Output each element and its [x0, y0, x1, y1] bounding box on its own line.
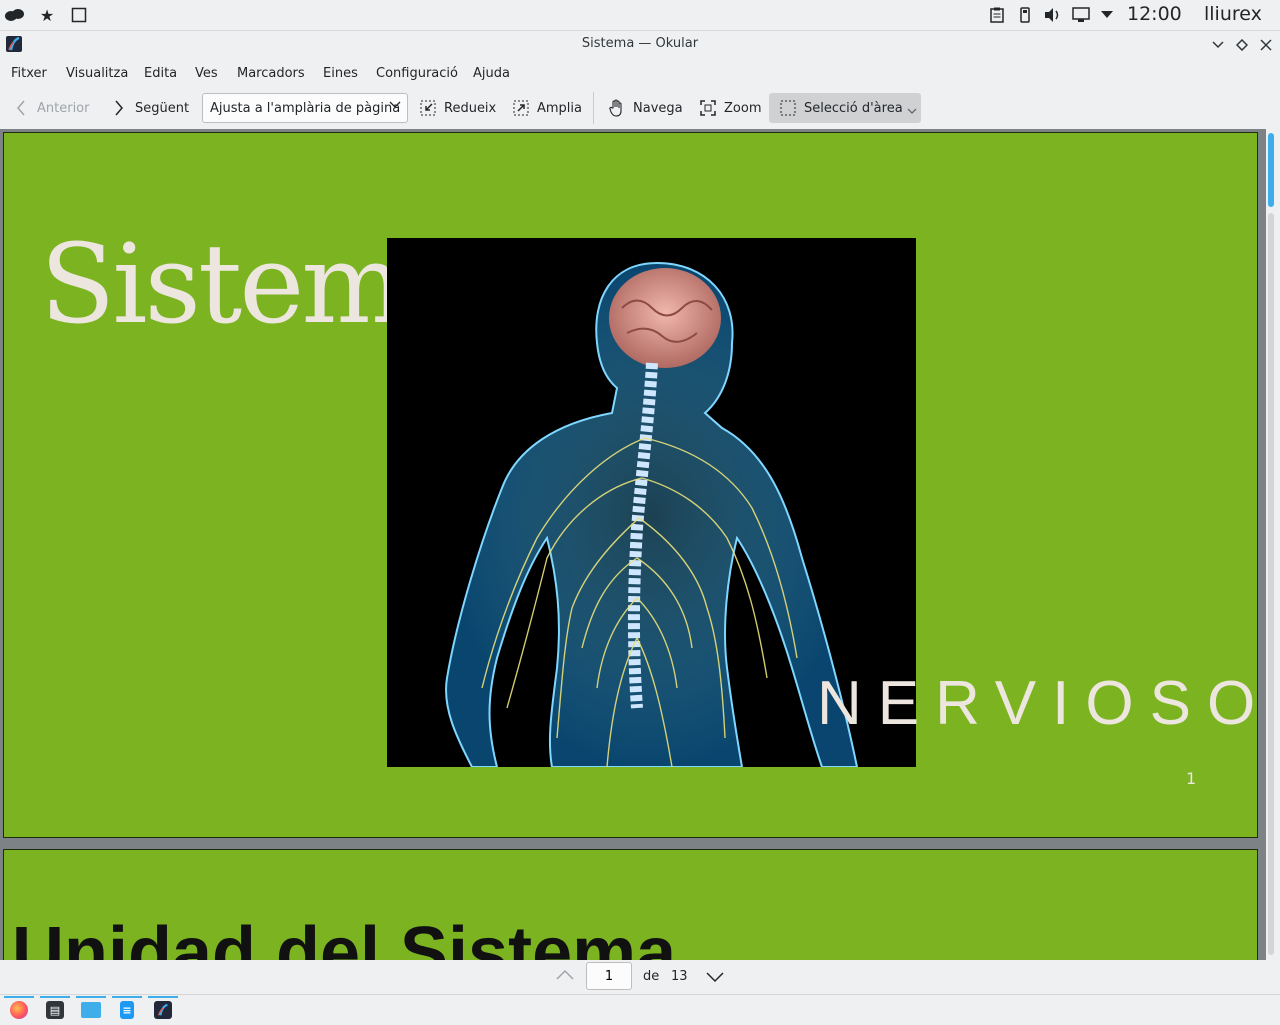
window-title: Sistema — Okular [581, 36, 699, 51]
close-icon[interactable] [1256, 35, 1276, 55]
okular-icon[interactable] [148, 996, 178, 1024]
volume-icon[interactable] [1043, 5, 1063, 25]
zoom-out-button[interactable]: Redueix [419, 93, 496, 123]
document-icon[interactable]: ≡ [112, 996, 142, 1024]
window-titlebar[interactable]: Sistema — Okular [0, 31, 1280, 59]
usb-icon[interactable] [1015, 5, 1035, 25]
page-navigation-bar: de 13 [0, 960, 1280, 993]
page2-title: Unidad del Sistema [12, 913, 677, 960]
next-page-button[interactable]: Següent [110, 93, 189, 123]
previous-label: Anterior [37, 100, 90, 116]
menu-visualitza[interactable]: Visualitza [66, 66, 128, 81]
hand-icon [608, 99, 626, 117]
slide-subtitle: NERVIOSO [817, 669, 1266, 738]
network-icon[interactable] [1071, 5, 1091, 25]
cloud-icon[interactable] [5, 5, 25, 25]
chevron-right-icon [110, 99, 128, 117]
clock[interactable]: 12:00 [1127, 3, 1182, 25]
previous-page-button[interactable]: Anterior [12, 93, 89, 123]
main-toolbar: Anterior Següent Ajusta a l'amplària de … [0, 88, 1280, 128]
chevron-left-icon [12, 99, 30, 117]
zoom-in-button[interactable]: Amplia [512, 93, 582, 123]
menu-marcadors[interactable]: Marcadors [237, 66, 305, 81]
taskbar: ▤ ≡ [0, 994, 1280, 1025]
browse-tool-button[interactable]: Navega [608, 93, 683, 123]
firefox-icon[interactable] [4, 996, 34, 1024]
terminal-icon[interactable]: ▤ [40, 996, 70, 1024]
menu-ves[interactable]: Ves [195, 66, 218, 81]
clipboard-icon[interactable] [987, 5, 1007, 25]
page-number-input[interactable] [586, 962, 632, 990]
selection-rectangle-icon [779, 99, 797, 117]
slide-number: 1 [1186, 769, 1197, 788]
zoom-tool-icon [699, 99, 717, 117]
zoom-out-icon [419, 99, 437, 117]
user-name[interactable]: lliurex [1204, 3, 1262, 25]
top-panel: ★ 12:00 lliurex [0, 0, 1280, 31]
zoom-tool-button[interactable]: Zoom [699, 93, 761, 123]
toolbar-separator [593, 92, 594, 124]
file-manager-icon[interactable] [76, 996, 106, 1024]
next-label: Següent [135, 100, 190, 116]
zoom-in-label: Amplia [537, 100, 582, 116]
zoom-out-label: Redueix [444, 100, 497, 116]
page-total: 13 [671, 969, 688, 984]
area-select-tool-button[interactable]: Selecció d'àrea [769, 93, 921, 123]
menu-bar: Fitxer Visualitza Edita Ves Marcadors Ei… [0, 60, 1280, 88]
minimize-icon[interactable] [1208, 35, 1228, 55]
document-page-1: Sistema NERVIOSO 1 [3, 132, 1258, 838]
page-up-icon[interactable] [556, 969, 574, 985]
maximize-icon[interactable] [1232, 35, 1252, 55]
vertical-scrollbar[interactable] [1266, 129, 1280, 960]
area-select-label: Selecció d'àrea [804, 100, 903, 116]
document-view[interactable]: Sistema NERVIOSO 1 Unidad del Sistema [0, 129, 1266, 960]
page-of-label: de [643, 969, 660, 984]
menu-fitxer[interactable]: Fitxer [11, 66, 47, 81]
star-icon[interactable]: ★ [37, 5, 57, 25]
scrollbar-thumb[interactable] [1268, 133, 1274, 207]
tray-expand-icon[interactable] [1097, 5, 1117, 25]
window-icon[interactable] [69, 5, 89, 25]
zoom-mode-value: Ajusta a l'amplària de pàgina [210, 100, 401, 116]
browse-label: Navega [633, 100, 683, 116]
scrollbar-track[interactable] [1268, 213, 1274, 955]
zoom-label: Zoom [724, 100, 762, 116]
zoom-in-icon [512, 99, 530, 117]
menu-eines[interactable]: Eines [323, 66, 358, 81]
menu-edita[interactable]: Edita [144, 66, 177, 81]
chevron-down-icon [389, 98, 401, 112]
page-down-icon[interactable] [706, 971, 724, 987]
menu-ajuda[interactable]: Ajuda [473, 66, 510, 81]
area-select-dropdown-icon[interactable] [907, 104, 917, 119]
menu-configuracio[interactable]: Configuració [376, 66, 458, 81]
zoom-mode-select[interactable]: Ajusta a l'amplària de pàgina [202, 93, 408, 123]
document-page-2: Unidad del Sistema [3, 849, 1258, 960]
